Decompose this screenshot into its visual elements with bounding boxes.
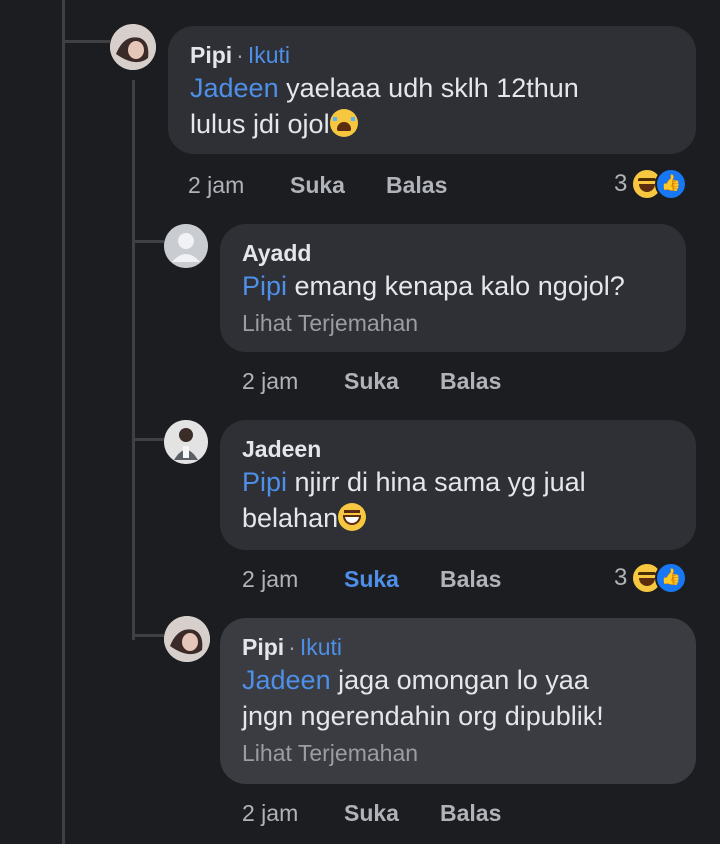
comment-text-line: jaga omongan lo yaa <box>330 665 589 695</box>
comment-bubble[interactable]: Pipi · Ikuti Jadeen yaelaaa udh sklh 12thu… <box>168 26 696 154</box>
comment-text-line: njirr di hina sama yg jual <box>287 467 586 497</box>
timestamp[interactable]: 2 jam <box>242 800 298 827</box>
author-name[interactable]: Pipi <box>242 634 284 660</box>
comment-header: Jadeen <box>242 434 674 464</box>
thread-line-connector <box>132 438 164 441</box>
like-button[interactable]: Suka <box>290 172 345 199</box>
comment-header: Pipi · Ikuti <box>190 40 674 70</box>
comment-text-line: yaelaaa udh sklh 12thun <box>278 73 579 103</box>
like-icon: 👍 <box>655 168 688 200</box>
reaction-summary[interactable]: 3 👍 <box>614 562 688 594</box>
author-name[interactable]: Ayadd <box>242 240 311 266</box>
comment-bubble[interactable]: Jadeen Pipi njirr di hina sama yg jual b… <box>220 420 696 550</box>
avatar[interactable] <box>164 224 208 268</box>
mention-link[interactable]: Jadeen <box>190 73 279 103</box>
thread-line-main <box>62 0 65 844</box>
comment-text: Pipi emang kenapa kalo ngojol? <box>242 268 664 304</box>
thread-line-connector <box>62 40 110 43</box>
reply-button[interactable]: Balas <box>440 566 501 593</box>
crying-face-icon <box>329 109 358 137</box>
mention-link[interactable]: Pipi <box>242 467 287 497</box>
comment-text: Jadeen yaelaaa udh sklh 12thun lulus jdi… <box>190 70 674 142</box>
thread-line-connector <box>132 634 164 637</box>
follow-link[interactable]: Ikuti <box>300 634 342 660</box>
reply-button[interactable]: Balas <box>440 368 501 395</box>
like-button[interactable]: Suka <box>344 368 399 395</box>
comment-text-line: lulus jdi ojol <box>190 109 330 139</box>
reaction-summary[interactable]: 3 👍 <box>614 168 688 200</box>
comment-header: Pipi · Ikuti <box>242 632 674 662</box>
reply-button[interactable]: Balas <box>440 800 501 827</box>
thread-line-replies <box>132 80 135 640</box>
like-icon: 👍 <box>655 562 688 594</box>
grinning-face-icon <box>338 503 367 531</box>
mention-link[interactable]: Jadeen <box>242 665 331 695</box>
comment-text: Pipi njirr di hina sama yg jual belahan <box>242 464 674 536</box>
like-button[interactable]: Suka <box>344 800 399 827</box>
timestamp[interactable]: 2 jam <box>242 368 298 395</box>
comment-bubble[interactable]: Pipi · Ikuti Jadeen jaga omongan lo yaa jn… <box>220 618 696 784</box>
comment-text-line: belahan <box>242 503 339 533</box>
comment-header: Ayadd <box>242 238 664 268</box>
separator: · <box>236 42 244 68</box>
reaction-count: 3 <box>614 564 628 591</box>
reply-button[interactable]: Balas <box>386 172 447 199</box>
see-translation-link[interactable]: Lihat Terjemahan <box>242 306 664 340</box>
comment-text-line: emang kenapa kalo ngojol? <box>287 271 625 301</box>
comment-text: Jadeen jaga omongan lo yaa jngn ngerenda… <box>242 662 674 734</box>
author-name[interactable]: Pipi <box>190 42 232 68</box>
avatar[interactable] <box>164 616 210 662</box>
separator: · <box>288 634 296 660</box>
reaction-count: 3 <box>614 170 628 197</box>
see-translation-link[interactable]: Lihat Terjemahan <box>242 736 674 770</box>
thread-line-connector <box>132 240 164 243</box>
timestamp[interactable]: 2 jam <box>188 172 244 199</box>
comment-text-line: jngn ngerendahin org dipublik! <box>242 701 604 731</box>
author-name[interactable]: Jadeen <box>242 436 321 462</box>
mention-link[interactable]: Pipi <box>242 271 287 301</box>
comment-bubble[interactable]: Ayadd Pipi emang kenapa kalo ngojol? Lih… <box>220 224 686 352</box>
like-button[interactable]: Suka <box>344 566 399 593</box>
avatar[interactable] <box>164 420 208 464</box>
avatar[interactable] <box>110 24 156 70</box>
follow-link[interactable]: Ikuti <box>248 42 290 68</box>
timestamp[interactable]: 2 jam <box>242 566 298 593</box>
